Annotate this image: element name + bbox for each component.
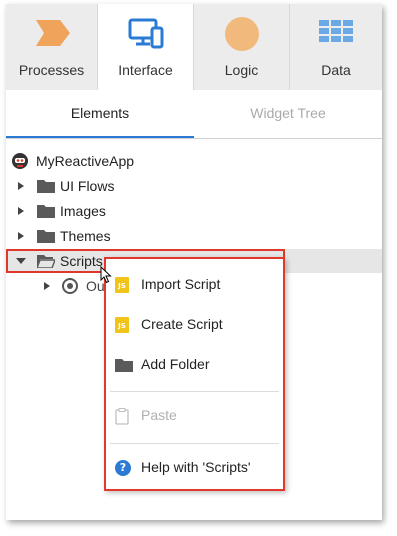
tree-item-label: Images <box>60 203 106 219</box>
menu-item-label: Import Script <box>141 276 221 292</box>
circle-logic-icon <box>224 17 259 51</box>
menu-separator <box>110 443 279 444</box>
tree-item-ui-flows[interactable]: UI Flows <box>6 174 382 198</box>
tree-root-label: MyReactiveApp <box>36 153 135 169</box>
menu-item-label: Add Folder <box>141 356 210 372</box>
tab-logic-label: Logic <box>224 62 259 78</box>
context-menu: JS Import Script JS Create Script Add Fo… <box>104 257 285 491</box>
folder-icon <box>37 230 55 243</box>
menu-item-label: Help with 'Scripts' <box>141 459 251 475</box>
expand-arrow-icon[interactable] <box>18 182 24 190</box>
tree-item-images[interactable]: Images <box>6 199 382 223</box>
tab-data-label: Data <box>321 62 351 78</box>
tab-processes-label: Processes <box>18 62 85 78</box>
tree-item-label: UI Flows <box>60 178 115 194</box>
tab-data[interactable]: Data <box>290 4 382 90</box>
tab-interface-label: Interface <box>118 62 173 78</box>
folder-icon <box>37 180 55 193</box>
chevron-process-icon <box>35 20 70 46</box>
menu-item-create-script[interactable]: JS Create Script <box>106 305 283 345</box>
menu-item-label: Paste <box>141 407 177 423</box>
menu-item-label: Create Script <box>141 316 223 332</box>
help-icon: ? <box>115 460 131 476</box>
tree-root[interactable]: MyReactiveApp <box>6 149 382 173</box>
menu-item-paste[interactable]: Paste <box>106 396 283 436</box>
clipboard-icon <box>115 408 129 425</box>
expand-arrow-icon[interactable] <box>18 207 24 215</box>
devices-icon <box>128 18 163 49</box>
tree-item-themes[interactable]: Themes <box>6 224 382 248</box>
top-tab-bar: Processes Interface Logic Data <box>6 4 382 90</box>
tree-item-label: Themes <box>60 228 111 244</box>
menu-item-help-scripts[interactable]: ? Help with 'Scripts' <box>106 448 283 488</box>
tab-interface[interactable]: Interface <box>98 4 194 90</box>
folder-icon <box>37 205 55 218</box>
tab-elements[interactable]: Elements <box>6 90 194 138</box>
menu-separator <box>110 391 279 392</box>
table-grid-icon <box>319 20 353 42</box>
expand-arrow-icon[interactable] <box>18 232 24 240</box>
js-file-icon: JS <box>115 317 129 333</box>
tab-processes[interactable]: Processes <box>6 4 98 90</box>
app-logo-icon <box>12 153 28 169</box>
menu-item-import-script[interactable]: JS Import Script <box>106 265 283 305</box>
menu-item-add-folder[interactable]: Add Folder <box>106 345 283 385</box>
tab-widget-tree[interactable]: Widget Tree <box>194 90 382 138</box>
elements-panel: Processes Interface Logic Data Elements … <box>6 4 382 520</box>
js-file-icon: JS <box>115 277 129 293</box>
sub-tab-bar: Elements Widget Tree <box>6 90 382 139</box>
expand-arrow-icon[interactable] <box>44 282 50 290</box>
folder-icon <box>115 359 133 372</box>
mouse-cursor-icon <box>100 266 112 284</box>
target-icon <box>62 278 78 294</box>
tab-logic[interactable]: Logic <box>194 4 290 90</box>
